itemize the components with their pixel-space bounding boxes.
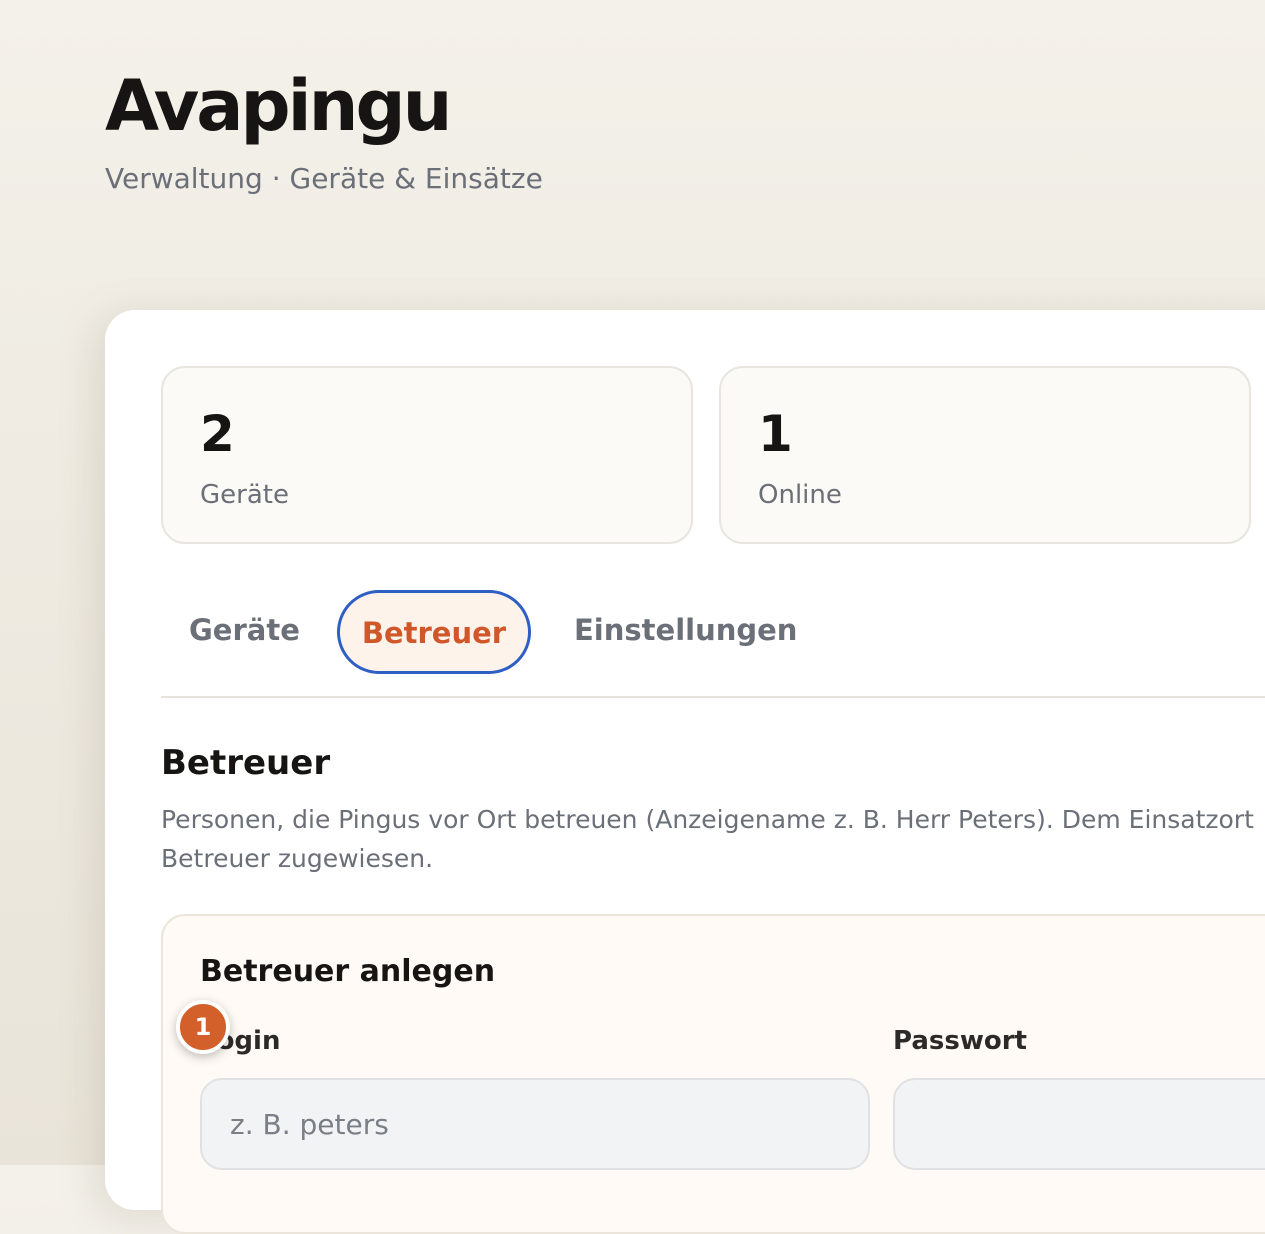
section-description: Personen, die Pingus vor Ort betreuen (A… bbox=[161, 805, 1254, 873]
stat-card-devices: 2 Geräte bbox=[161, 366, 693, 544]
stat-card-online: 1 Online bbox=[719, 366, 1251, 544]
password-label: Passwort bbox=[893, 1026, 1027, 1056]
tab-bar: Geräte Betreuer Einstellungen bbox=[161, 590, 1265, 674]
app-subtitle: Verwaltung · Geräte & Einsätze bbox=[105, 162, 543, 195]
tab-caretakers[interactable]: Betreuer bbox=[337, 590, 531, 674]
tabs-divider bbox=[161, 696, 1265, 698]
main-card: 2 Geräte 1 Online Geräte Betreuer Einste… bbox=[105, 310, 1265, 1234]
app-header: Avapingu Verwaltung · Geräte & Einsätze bbox=[105, 64, 543, 197]
section-title: Betreuer bbox=[161, 743, 331, 783]
app-title: Avapingu bbox=[105, 65, 452, 147]
stat-value: 2 bbox=[200, 405, 235, 463]
step-badge: 1 bbox=[176, 1000, 230, 1054]
tab-settings[interactable]: Einstellungen bbox=[574, 590, 797, 674]
stat-label: Online bbox=[758, 480, 842, 510]
create-caretaker-form: Betreuer anlegen Login Passwort bbox=[161, 914, 1265, 1234]
stat-label: Geräte bbox=[200, 480, 289, 510]
tab-devices[interactable]: Geräte bbox=[189, 590, 300, 674]
login-input[interactable] bbox=[200, 1078, 870, 1170]
password-input[interactable] bbox=[893, 1078, 1265, 1170]
stat-value: 1 bbox=[758, 405, 793, 463]
form-title: Betreuer anlegen bbox=[200, 954, 496, 989]
